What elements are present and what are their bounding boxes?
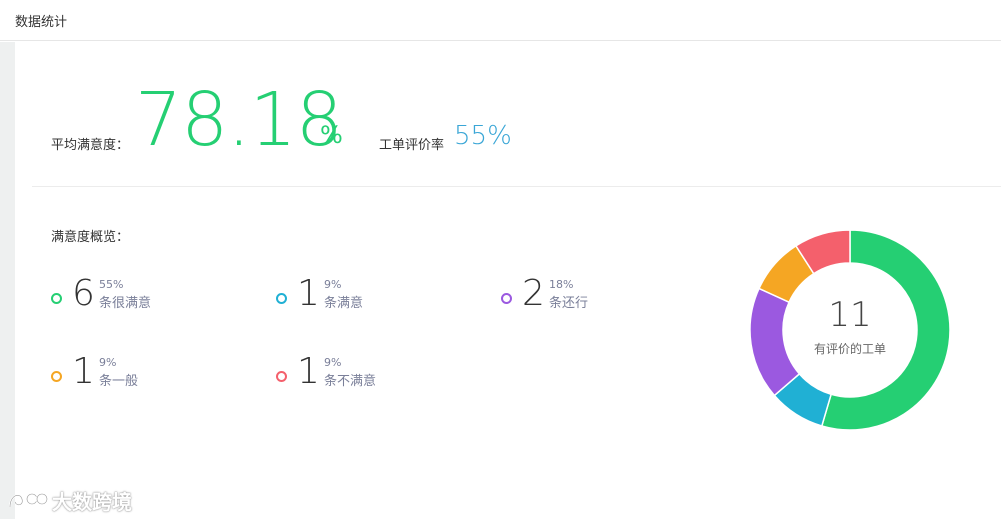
overview-title: 满意度概览： xyxy=(51,230,130,245)
top-bar: 数据统计 xyxy=(0,0,1001,41)
stat-count: 1 xyxy=(297,351,320,392)
status-dot-icon xyxy=(276,293,287,304)
stat-count: 6 xyxy=(72,273,95,314)
donut-total: 11 xyxy=(828,295,872,335)
stat-percent: 9% xyxy=(324,356,342,369)
stat-average: 1 9% 条一般 xyxy=(51,351,251,396)
stat-percent: 9% xyxy=(99,356,117,369)
avg-satisfaction-value: 78.18 xyxy=(135,77,343,163)
stat-percent: 55% xyxy=(99,278,124,291)
stat-label: 条满意 xyxy=(324,296,364,311)
stat-label: 条一般 xyxy=(99,374,139,389)
avg-satisfaction-unit: % xyxy=(320,121,343,149)
status-dot-icon xyxy=(51,293,62,304)
stat-label: 条还行 xyxy=(549,296,589,311)
stat-count: 1 xyxy=(72,351,95,392)
watermark-text: 大数跨境 xyxy=(52,489,132,514)
evaluation-rate-label: 工单评价率 xyxy=(379,138,445,153)
stat-percent: 9% xyxy=(324,278,342,291)
status-dot-icon xyxy=(501,293,512,304)
stat-satisfied: 1 9% 条满意 xyxy=(276,273,476,318)
status-dot-icon xyxy=(51,371,62,382)
page-title: 数据统计 xyxy=(15,15,68,30)
stat-dissatisfied: 1 9% 条不满意 xyxy=(276,351,476,396)
stat-label: 条很满意 xyxy=(99,296,152,311)
stat-label: 条不满意 xyxy=(324,374,377,389)
stat-count: 2 xyxy=(522,273,545,314)
stat-count: 1 xyxy=(297,273,320,314)
stat-percent: 18% xyxy=(549,278,574,291)
avg-satisfaction-label: 平均满意度： xyxy=(51,138,130,153)
left-sidebar-strip xyxy=(0,42,15,519)
stat-very-satisfied: 6 55% 条很满意 xyxy=(51,273,251,318)
donut-caption: 有评价的工单 xyxy=(813,342,886,356)
evaluation-rate-value: 55% xyxy=(454,121,512,151)
watermark-logo: 大数跨境 xyxy=(8,486,132,514)
section-divider xyxy=(32,186,1001,187)
watermark-logo-icon xyxy=(9,493,48,508)
status-dot-icon xyxy=(276,371,287,382)
stat-okay: 2 18% 条还行 xyxy=(501,273,701,318)
